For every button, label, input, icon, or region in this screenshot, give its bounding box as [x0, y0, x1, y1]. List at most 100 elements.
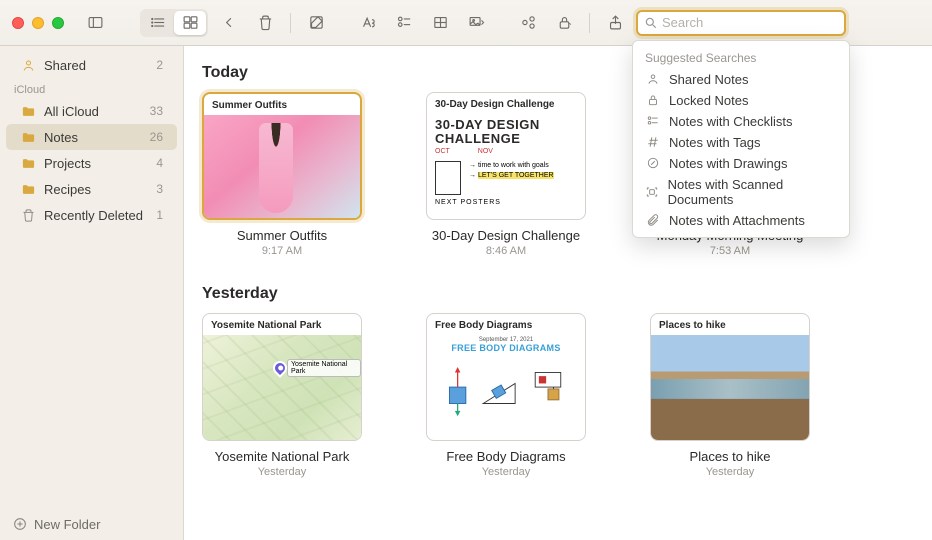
media-button[interactable] [461, 10, 491, 36]
checklist-icon [645, 114, 661, 128]
sidebar: Shared 2 iCloud All iCloud 33 Notes 26 Proje… [0, 46, 184, 540]
sidebar-section-icloud: iCloud [0, 78, 183, 98]
suggested-item-label: Locked Notes [669, 93, 749, 108]
note-card[interactable]: Yosemite National Park Yosemite National … [202, 313, 362, 478]
hash-icon [645, 135, 661, 149]
note-thumb: Free Body DiagramsSeptember 17, 2021FREE… [426, 313, 586, 441]
search-icon [644, 16, 658, 30]
folder-count: 3 [156, 182, 163, 196]
scan-icon [645, 185, 660, 199]
folder-icon [20, 129, 36, 145]
suggested-item[interactable]: Notes with Attachments [633, 210, 849, 231]
suggested-item[interactable]: Notes with Scanned Documents [633, 174, 849, 210]
group-heading: Yesterday [202, 285, 914, 303]
list-view-button[interactable] [142, 11, 174, 35]
note-date: Yesterday [482, 466, 531, 478]
search-field[interactable] [636, 10, 846, 36]
note-title: Free Body Diagrams [446, 449, 565, 464]
minimize-window[interactable] [32, 17, 44, 29]
folder-label: All iCloud [44, 104, 99, 119]
pencil-icon [645, 156, 661, 170]
sidebar-folder[interactable]: All iCloud 33 [6, 98, 177, 124]
note-date: 7:53 AM [710, 245, 750, 257]
new-folder-label: New Folder [34, 517, 100, 532]
suggested-item[interactable]: Notes with Tags [633, 132, 849, 153]
lock-icon [645, 93, 661, 107]
suggested-item-label: Notes with Scanned Documents [668, 177, 837, 207]
note-date: 9:17 AM [262, 245, 302, 257]
note-thumb: 30-Day Design Challenge30-DAY DESIGNCHAL… [426, 92, 586, 220]
suggested-item-label: Notes with Attachments [669, 213, 805, 228]
zoom-window[interactable] [52, 17, 64, 29]
note-card[interactable]: Places to hike Places to hike Yesterday [650, 313, 810, 478]
folder-label: Projects [44, 156, 91, 171]
compose-button[interactable] [301, 10, 331, 36]
note-card[interactable]: 30-Day Design Challenge30-DAY DESIGNCHAL… [426, 92, 586, 257]
lock-button[interactable] [549, 10, 579, 36]
font-button[interactable] [353, 10, 383, 36]
folder-icon [20, 181, 36, 197]
suggested-item-label: Notes with Checklists [669, 114, 793, 129]
suggested-item-label: Notes with Drawings [669, 156, 788, 171]
sidebar-folder[interactable]: Recipes 3 [6, 176, 177, 202]
toggle-sidebar-button[interactable] [80, 10, 110, 36]
folder-count: 33 [150, 104, 163, 118]
suggested-item[interactable]: Notes with Drawings [633, 153, 849, 174]
note-title: Yosemite National Park [215, 449, 350, 464]
search-input[interactable] [662, 15, 838, 30]
suggested-item[interactable]: Notes with Checklists [633, 111, 849, 132]
trash-icon [20, 207, 36, 223]
sidebar-folder[interactable]: Projects 4 [6, 150, 177, 176]
link-note-button[interactable] [513, 10, 543, 36]
note-date: Yesterday [706, 466, 755, 478]
table-button[interactable] [425, 10, 455, 36]
note-title: 30-Day Design Challenge [432, 228, 580, 243]
toolbar: Suggested Searches Shared NotesLocked No… [0, 0, 932, 46]
thumb-title: Places to hike [651, 314, 809, 335]
note-date: 8:46 AM [486, 245, 526, 257]
sidebar-shared-label: Shared [44, 58, 86, 73]
note-title: Places to hike [690, 449, 771, 464]
folder-count: 4 [156, 156, 163, 170]
suggested-item-label: Notes with Tags [669, 135, 761, 150]
sidebar-shared[interactable]: Shared 2 [6, 52, 177, 78]
thumb-title: Summer Outfits [204, 94, 360, 115]
view-mode-segment [140, 9, 208, 37]
suggested-item[interactable]: Shared Notes [633, 69, 849, 90]
delete-button[interactable] [250, 10, 280, 36]
suggested-item-label: Shared Notes [669, 72, 749, 87]
sidebar-folder[interactable]: Recently Deleted 1 [6, 202, 177, 228]
clip-icon [645, 213, 661, 227]
suggested-title: Suggested Searches [633, 47, 849, 69]
suggested-item[interactable]: Locked Notes [633, 90, 849, 111]
folder-icon [20, 155, 36, 171]
folder-label: Recently Deleted [44, 208, 143, 223]
folder-label: Recipes [44, 182, 91, 197]
thumb-title: 30-Day Design Challenge [427, 93, 585, 114]
note-card[interactable]: Free Body DiagramsSeptember 17, 2021FREE… [426, 313, 586, 478]
checklist-button[interactable] [389, 10, 419, 36]
suggested-searches-popover: Suggested Searches Shared Notes Locked No… [632, 40, 850, 238]
close-window[interactable] [12, 17, 24, 29]
share-button[interactable] [600, 10, 630, 36]
note-thumb: Yosemite National ParkYosemite National … [202, 313, 362, 441]
note-thumb: Summer Outfits [202, 92, 362, 220]
folder-count: 26 [150, 130, 163, 144]
sidebar-shared-count: 2 [156, 58, 163, 72]
note-thumb: Places to hike [650, 313, 810, 441]
people-icon [20, 57, 36, 73]
back-button[interactable] [214, 10, 244, 36]
sidebar-folder[interactable]: Notes 26 [6, 124, 177, 150]
folder-icon [20, 103, 36, 119]
thumb-title: Free Body Diagrams [427, 314, 585, 335]
gallery-view-button[interactable] [174, 11, 206, 35]
thumb-title: Yosemite National Park [203, 314, 361, 335]
window-controls [12, 17, 64, 29]
new-folder-button[interactable]: New Folder [0, 508, 183, 540]
note-card[interactable]: Summer OutfitsSummer Outfits9:17 AM [202, 92, 362, 257]
people-icon [645, 72, 661, 86]
plus-circle-icon [12, 516, 28, 532]
note-date: Yesterday [258, 466, 307, 478]
folder-label: Notes [44, 130, 78, 145]
folder-count: 1 [156, 208, 163, 222]
